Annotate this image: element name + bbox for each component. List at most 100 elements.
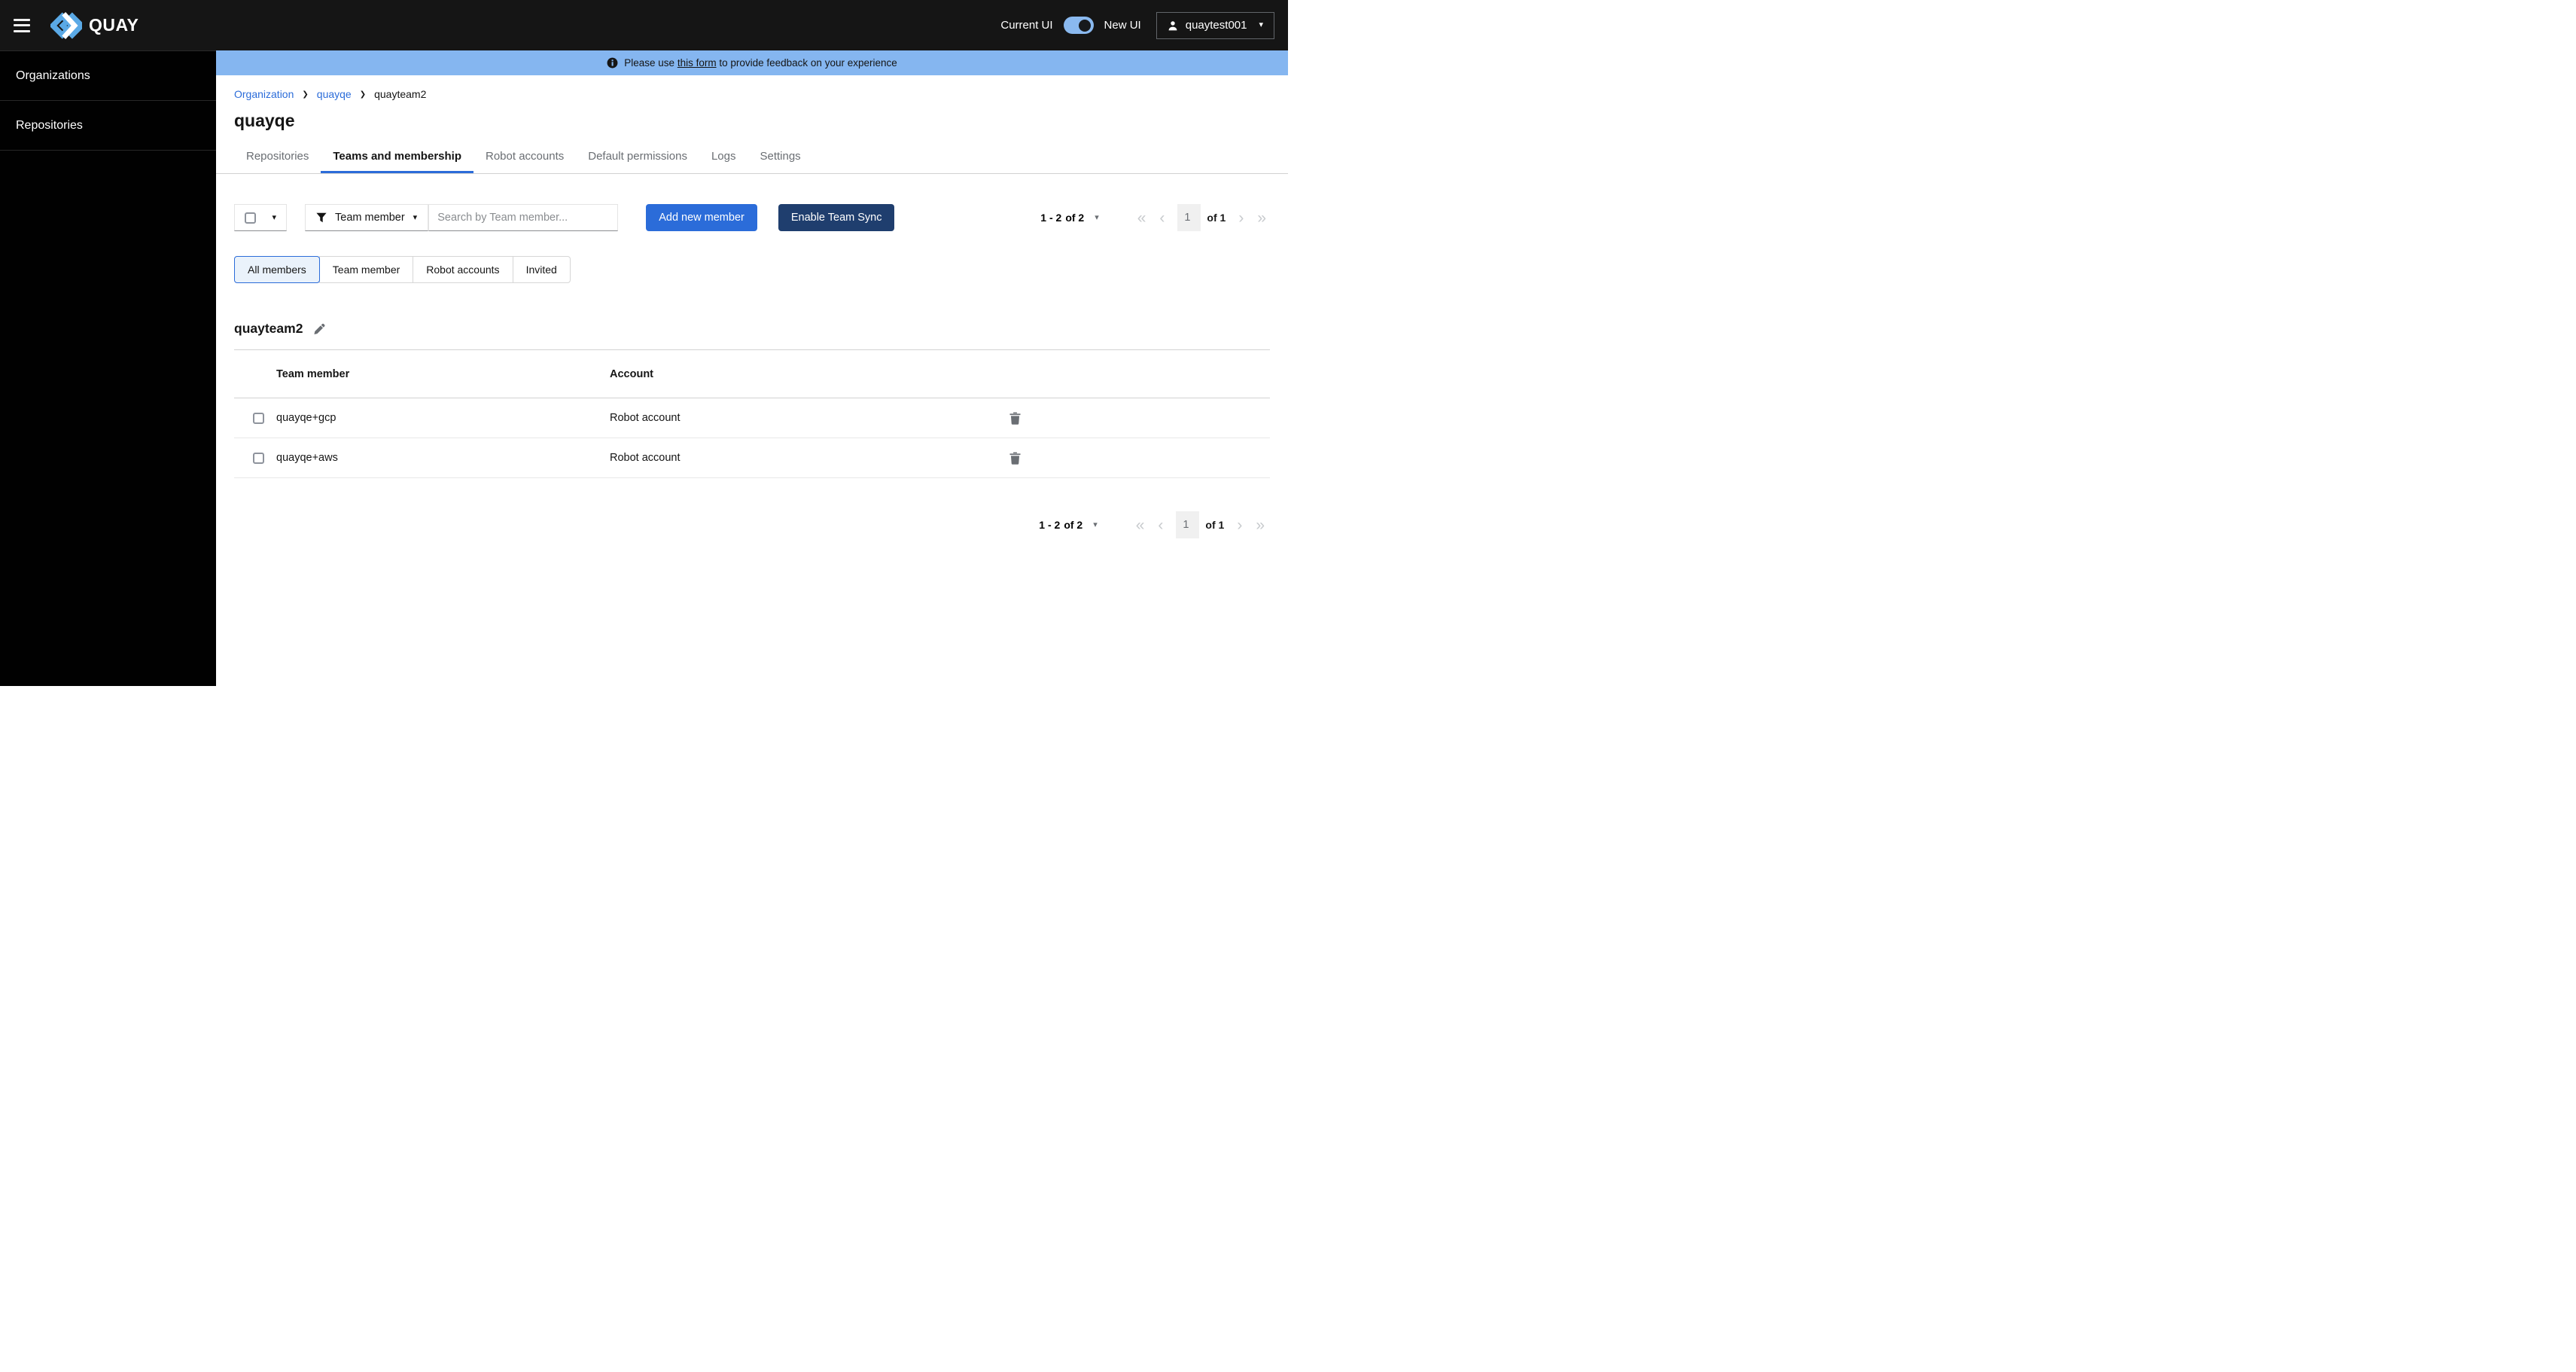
member-name: quayqe+aws bbox=[276, 452, 338, 464]
last-page-button[interactable]: » bbox=[1257, 210, 1266, 226]
toggle-knob bbox=[1078, 19, 1091, 32]
brand-name: QUAY bbox=[89, 15, 139, 35]
view-toggle-all-members[interactable]: All members bbox=[234, 256, 320, 283]
member-view-toggle-group: All members Team member Robot accounts I… bbox=[234, 256, 571, 283]
pagination-total: of 2 bbox=[1064, 519, 1083, 531]
next-page-button[interactable]: › bbox=[1238, 210, 1244, 226]
page-number-input[interactable] bbox=[1176, 511, 1200, 538]
filter-type-dropdown[interactable]: Team member ▾ bbox=[305, 204, 429, 231]
chevron-down-icon: ▾ bbox=[1095, 212, 1099, 222]
pagination-top: 1 - 2 of 2 ▾ « ‹ of 1 › » bbox=[1040, 204, 1273, 231]
breadcrumb-organization[interactable]: Organization bbox=[234, 88, 294, 100]
column-account: Account bbox=[610, 367, 653, 380]
tab-robot-accounts[interactable]: Robot accounts bbox=[473, 142, 576, 173]
member-account-type: Robot account bbox=[610, 412, 681, 424]
members-table: Team member Account quayqe+gcp Robot acc… bbox=[234, 350, 1270, 478]
quay-logo-icon bbox=[50, 11, 82, 39]
breadcrumb-quayqe[interactable]: quayqe bbox=[317, 88, 352, 100]
tabs: Repositories Teams and membership Robot … bbox=[216, 142, 1288, 174]
edit-team-name-button[interactable] bbox=[313, 323, 325, 335]
current-ui-label: Current UI bbox=[1000, 19, 1053, 32]
chevron-right-icon: ❯ bbox=[302, 90, 309, 99]
tab-default-permissions[interactable]: Default permissions bbox=[576, 142, 699, 173]
view-toggle-invited[interactable]: Invited bbox=[512, 256, 571, 283]
enable-team-sync-button[interactable]: Enable Team Sync bbox=[778, 204, 895, 231]
sidebar-item-repositories[interactable]: Repositories bbox=[0, 101, 216, 151]
sidebar: Organizations Repositories bbox=[0, 50, 216, 686]
pagination-menu-button[interactable]: 1 - 2 of 2 ▾ bbox=[1040, 212, 1098, 224]
banner-text: Please use this form to provide feedback… bbox=[624, 57, 897, 69]
table-row: quayqe+aws Robot account bbox=[234, 438, 1270, 478]
user-icon bbox=[1168, 20, 1178, 31]
sidebar-item-label: Organizations bbox=[16, 69, 90, 82]
quay-app: QUAY Current UI New UI quaytest001 ▾ Org… bbox=[0, 0, 1288, 686]
new-ui-label: New UI bbox=[1104, 19, 1141, 32]
delete-member-button[interactable] bbox=[1009, 452, 1021, 465]
tab-settings[interactable]: Settings bbox=[748, 142, 812, 173]
pencil-icon bbox=[313, 323, 325, 335]
bulk-select-checkbox[interactable] bbox=[245, 212, 256, 224]
member-name: quayqe+gcp bbox=[276, 412, 336, 424]
breadcrumb-current: quayteam2 bbox=[374, 88, 427, 100]
masthead: QUAY Current UI New UI quaytest001 ▾ bbox=[0, 0, 1288, 50]
last-page-button[interactable]: » bbox=[1256, 517, 1265, 533]
next-page-button[interactable]: › bbox=[1237, 517, 1242, 533]
tab-teams-and-membership[interactable]: Teams and membership bbox=[321, 142, 473, 173]
tab-logs[interactable]: Logs bbox=[699, 142, 748, 173]
toolbar: ▾ Team member ▾ Add new member Enable Te… bbox=[216, 204, 1288, 231]
delete-member-button[interactable] bbox=[1009, 412, 1021, 425]
sidebar-item-label: Repositories bbox=[16, 118, 83, 132]
table-row: quayqe+gcp Robot account bbox=[234, 398, 1270, 438]
row-checkbox[interactable] bbox=[253, 452, 264, 464]
pagination-total: of 2 bbox=[1065, 212, 1085, 224]
add-new-member-button[interactable]: Add new member bbox=[646, 204, 757, 231]
pagination-of-pages: of 1 bbox=[1207, 212, 1226, 224]
pagination-bottom: 1 - 2 of 2 ▾ « ‹ of 1 › » bbox=[1039, 511, 1271, 538]
page-number-input[interactable] bbox=[1177, 204, 1201, 231]
pagination-nav: « ‹ of 1 › » bbox=[1131, 204, 1273, 231]
pagination-menu-button[interactable]: 1 - 2 of 2 ▾ bbox=[1039, 519, 1097, 531]
ui-version-toggle[interactable] bbox=[1063, 17, 1094, 34]
chevron-down-icon: ▾ bbox=[1093, 520, 1098, 529]
row-checkbox[interactable] bbox=[253, 412, 264, 424]
user-name: quaytest001 bbox=[1185, 19, 1247, 32]
column-team-member: Team member bbox=[276, 367, 350, 380]
hamburger-icon bbox=[14, 18, 30, 21]
main-content: Organization ❯ quayqe ❯ quayteam2 quayqe… bbox=[216, 75, 1288, 686]
brand-logo[interactable]: QUAY bbox=[50, 11, 139, 39]
member-account-type: Robot account bbox=[610, 452, 681, 464]
pagination-range: 1 - 2 bbox=[1040, 212, 1062, 224]
tab-repositories[interactable]: Repositories bbox=[234, 142, 321, 173]
chevron-down-icon: ▾ bbox=[272, 212, 276, 222]
filter-icon bbox=[316, 212, 327, 223]
user-menu-button[interactable]: quaytest001 ▾ bbox=[1156, 11, 1274, 39]
pagination-bottom-wrap: 1 - 2 of 2 ▾ « ‹ of 1 › » bbox=[216, 511, 1288, 538]
table-header: Team member Account bbox=[234, 350, 1270, 398]
bulk-select-dropdown[interactable]: ▾ bbox=[234, 204, 287, 231]
first-page-button[interactable]: « bbox=[1137, 210, 1146, 226]
pagination-nav: « ‹ of 1 › » bbox=[1129, 511, 1271, 538]
view-toggle-robot-accounts[interactable]: Robot accounts bbox=[413, 256, 513, 283]
chevron-down-icon: ▾ bbox=[413, 212, 418, 222]
pagination-of-pages: of 1 bbox=[1205, 519, 1225, 531]
breadcrumb: Organization ❯ quayqe ❯ quayteam2 bbox=[216, 75, 1288, 100]
team-heading: quayteam2 bbox=[234, 321, 1270, 337]
previous-page-button[interactable]: ‹ bbox=[1158, 517, 1163, 533]
first-page-button[interactable]: « bbox=[1136, 517, 1145, 533]
nav-toggle-button[interactable] bbox=[14, 18, 30, 32]
view-toggle-team-member[interactable]: Team member bbox=[318, 256, 414, 283]
filter-type-label: Team member bbox=[335, 212, 405, 224]
info-icon bbox=[607, 57, 618, 69]
page-title: quayqe bbox=[234, 111, 295, 130]
feedback-banner: Please use this form to provide feedback… bbox=[216, 50, 1288, 75]
search-input[interactable] bbox=[428, 204, 619, 231]
trash-icon bbox=[1009, 412, 1021, 425]
masthead-right: Current UI New UI quaytest001 ▾ bbox=[1000, 11, 1274, 39]
previous-page-button[interactable]: ‹ bbox=[1159, 210, 1165, 226]
sidebar-item-organizations[interactable]: Organizations bbox=[0, 51, 216, 101]
trash-icon bbox=[1009, 452, 1021, 465]
feedback-form-link[interactable]: this form bbox=[677, 57, 717, 69]
chevron-down-icon: ▾ bbox=[1259, 20, 1263, 29]
pagination-range: 1 - 2 bbox=[1039, 519, 1061, 531]
chevron-right-icon: ❯ bbox=[359, 90, 367, 99]
